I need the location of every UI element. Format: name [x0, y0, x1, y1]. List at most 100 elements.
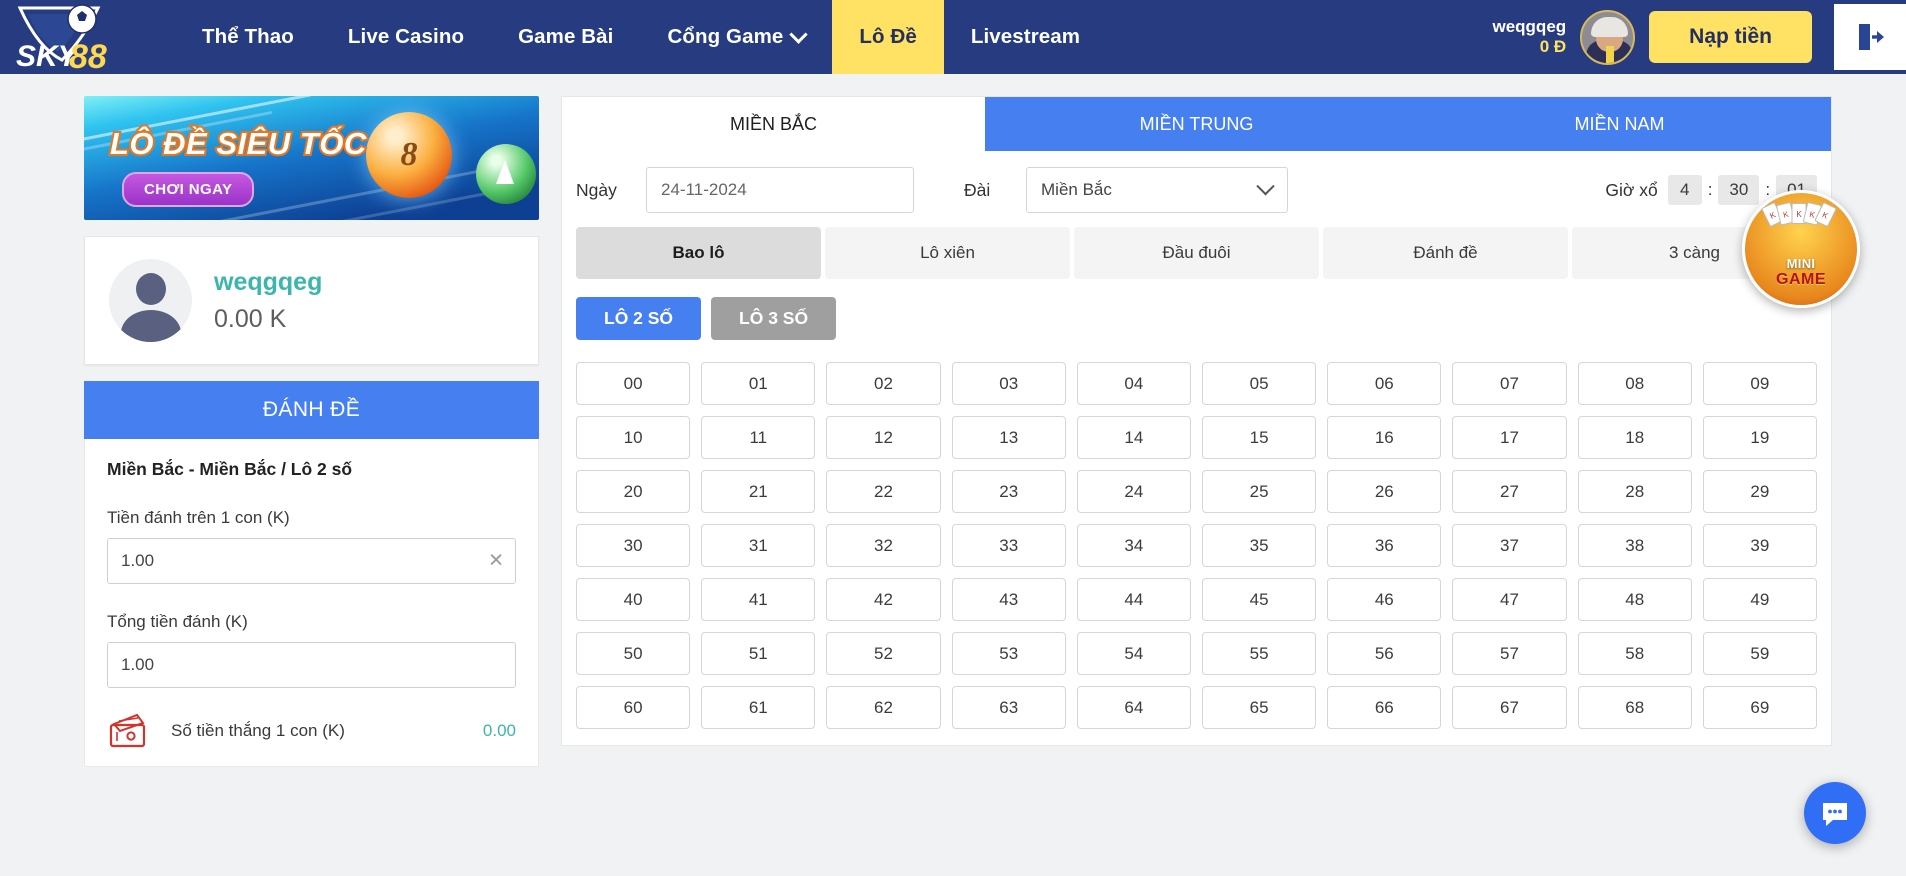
tab-mien-trung[interactable]: MIỀN TRUNG: [985, 97, 1408, 151]
number-cell[interactable]: 24: [1076, 470, 1191, 513]
number-cell[interactable]: 59: [1702, 632, 1817, 675]
number-cell[interactable]: 28: [1577, 470, 1692, 513]
number-cell[interactable]: 27: [1452, 470, 1567, 513]
number-cell[interactable]: 50: [576, 632, 691, 675]
number-cell[interactable]: 55: [1201, 632, 1317, 675]
live-chat-button[interactable]: [1804, 782, 1866, 844]
nav-item-cong-game[interactable]: Cổng Game: [640, 0, 832, 74]
number-cell[interactable]: 47: [1452, 578, 1567, 621]
number-cell[interactable]: 39: [1702, 524, 1817, 567]
number-cell[interactable]: 65: [1201, 686, 1317, 729]
clear-icon[interactable]: ✕: [488, 552, 504, 571]
number-cell[interactable]: 35: [1201, 524, 1317, 567]
number-cell[interactable]: 45: [1201, 578, 1317, 621]
nav-item-game-bai[interactable]: Game Bài: [491, 0, 640, 74]
total-amount-input[interactable]: [107, 642, 516, 688]
avatar[interactable]: [1580, 9, 1636, 65]
number-cell[interactable]: 31: [701, 524, 816, 567]
number-cell[interactable]: 67: [1452, 686, 1567, 729]
number-cell[interactable]: 26: [1327, 470, 1442, 513]
number-cell[interactable]: 12: [826, 416, 941, 459]
number-cell[interactable]: 37: [1452, 524, 1567, 567]
number-cell[interactable]: 00: [576, 362, 691, 405]
nav-item-lo-de[interactable]: Lô Đề: [832, 0, 944, 74]
number-cell[interactable]: 42: [826, 578, 941, 621]
sub-tab-lo-3-so[interactable]: LÔ 3 SỐ: [711, 297, 837, 340]
number-cell[interactable]: 32: [826, 524, 941, 567]
number-cell[interactable]: 64: [1076, 686, 1191, 729]
number-cell[interactable]: 15: [1201, 416, 1317, 459]
number-cell[interactable]: 01: [701, 362, 816, 405]
nav-item-livestream[interactable]: Livestream: [944, 0, 1107, 74]
number-cell[interactable]: 14: [1076, 416, 1191, 459]
number-cell[interactable]: 44: [1076, 578, 1191, 621]
logout-button[interactable]: [1834, 4, 1906, 70]
number-cell[interactable]: 16: [1327, 416, 1442, 459]
number-cell[interactable]: 25: [1201, 470, 1317, 513]
minigame-button[interactable]: K K K K K MINI GAME: [1742, 190, 1860, 308]
nav-item-live-casino[interactable]: Live Casino: [321, 0, 491, 74]
number-cell[interactable]: 68: [1577, 686, 1692, 729]
number-cell[interactable]: 46: [1327, 578, 1442, 621]
number-cell[interactable]: 63: [951, 686, 1066, 729]
number-cell[interactable]: 02: [826, 362, 941, 405]
user-account-box[interactable]: weqgqeg 0 Đ: [1466, 0, 1649, 74]
tab-mien-bac[interactable]: MIỀN BẮC: [562, 97, 985, 151]
number-cell[interactable]: 36: [1327, 524, 1442, 567]
number-cell[interactable]: 49: [1702, 578, 1817, 621]
station-select[interactable]: Miền Bắc: [1026, 167, 1288, 213]
amount-per-bet-input[interactable]: [107, 538, 516, 584]
number-cell[interactable]: 60: [576, 686, 691, 729]
number-cell[interactable]: 38: [1577, 524, 1692, 567]
number-cell[interactable]: 06: [1327, 362, 1442, 405]
number-cell[interactable]: 13: [951, 416, 1066, 459]
number-cell[interactable]: 66: [1327, 686, 1442, 729]
number-cell[interactable]: 52: [826, 632, 941, 675]
number-cell[interactable]: 33: [951, 524, 1066, 567]
bet-type-dau-duoi[interactable]: Đầu đuôi: [1074, 227, 1319, 279]
number-cell[interactable]: 34: [1076, 524, 1191, 567]
number-cell[interactable]: 53: [951, 632, 1066, 675]
bet-type-bao-lo[interactable]: Bao lô: [576, 227, 821, 279]
number-cell[interactable]: 40: [576, 578, 691, 621]
number-cell[interactable]: 30: [576, 524, 691, 567]
number-cell[interactable]: 21: [701, 470, 816, 513]
number-cell[interactable]: 07: [1452, 362, 1567, 405]
number-cell[interactable]: 08: [1577, 362, 1692, 405]
number-cell[interactable]: 41: [701, 578, 816, 621]
number-cell[interactable]: 05: [1201, 362, 1317, 405]
banner-cta-button[interactable]: CHƠI NGAY: [122, 172, 255, 207]
number-cell[interactable]: 56: [1327, 632, 1442, 675]
number-cell[interactable]: 69: [1702, 686, 1817, 729]
number-cell[interactable]: 57: [1452, 632, 1567, 675]
number-cell[interactable]: 04: [1076, 362, 1191, 405]
site-logo[interactable]: SKY 88: [0, 0, 135, 74]
number-cell[interactable]: 11: [701, 416, 816, 459]
promo-banner[interactable]: 8 LÔ ĐỀ SIÊU TỐC CHƠI NGAY: [84, 96, 539, 220]
bet-type-lo-xien[interactable]: Lô xiên: [825, 227, 1070, 279]
bet-type-danh-de[interactable]: Đánh đề: [1323, 227, 1568, 279]
number-cell[interactable]: 17: [1452, 416, 1567, 459]
number-cell[interactable]: 20: [576, 470, 691, 513]
number-cell[interactable]: 29: [1702, 470, 1817, 513]
sub-tab-lo-2-so[interactable]: LÔ 2 SỐ: [576, 297, 702, 340]
number-cell[interactable]: 43: [951, 578, 1066, 621]
tab-mien-nam[interactable]: MIỀN NAM: [1408, 97, 1831, 151]
profile-avatar: [109, 259, 192, 342]
number-cell[interactable]: 62: [826, 686, 941, 729]
date-input[interactable]: [646, 167, 914, 213]
number-cell[interactable]: 58: [1577, 632, 1692, 675]
number-cell[interactable]: 09: [1702, 362, 1817, 405]
number-cell[interactable]: 61: [701, 686, 816, 729]
number-cell[interactable]: 19: [1702, 416, 1817, 459]
number-cell[interactable]: 48: [1577, 578, 1692, 621]
number-cell[interactable]: 54: [1076, 632, 1191, 675]
number-cell[interactable]: 51: [701, 632, 816, 675]
deposit-button[interactable]: Nạp tiền: [1649, 11, 1812, 63]
number-cell[interactable]: 23: [951, 470, 1066, 513]
nav-item-the-thao[interactable]: Thể Thao: [175, 0, 321, 74]
number-cell[interactable]: 18: [1577, 416, 1692, 459]
number-cell[interactable]: 10: [576, 416, 691, 459]
number-cell[interactable]: 22: [826, 470, 941, 513]
number-cell[interactable]: 03: [951, 362, 1066, 405]
